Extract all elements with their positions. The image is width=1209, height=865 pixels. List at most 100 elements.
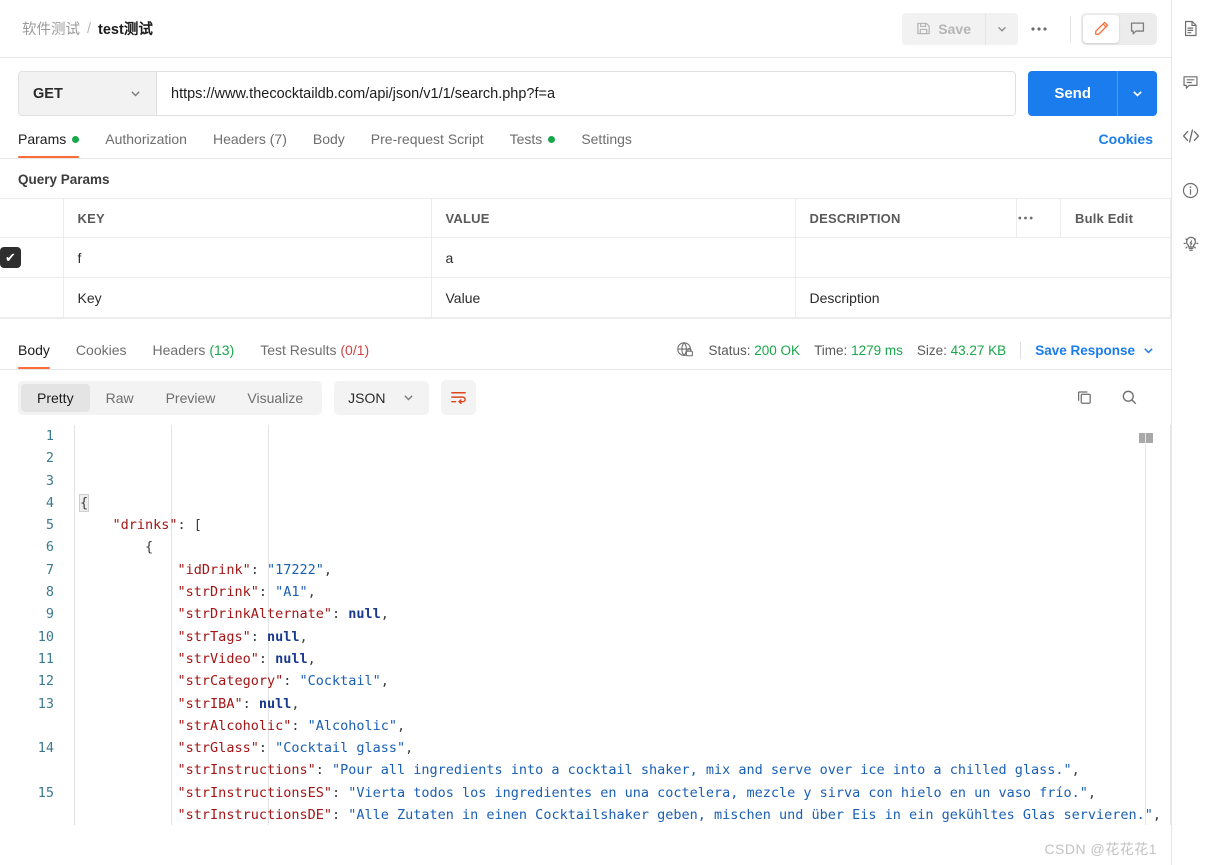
- code-line: "strIBA": null,: [80, 693, 1171, 715]
- empty-row-checkbox-cell[interactable]: [0, 277, 64, 318]
- breadcrumb-collection[interactable]: 软件测试: [22, 18, 80, 39]
- code-token: "Alcoholic": [307, 717, 398, 734]
- line-number: 10: [37, 628, 54, 645]
- code-token: "strDrink": [177, 584, 259, 601]
- code-token: "strVideo": [177, 650, 259, 667]
- save-response-button[interactable]: Save Response: [1035, 343, 1155, 358]
- tab-tests[interactable]: Tests: [497, 131, 569, 158]
- size-value: 43.27 KB: [950, 342, 1007, 358]
- code-line: "strDrink": "A1",: [80, 581, 1171, 603]
- header-description: DESCRIPTION: [795, 198, 1017, 238]
- chevron-down-icon: [1142, 344, 1155, 357]
- response-tab-body[interactable]: Body: [18, 342, 63, 369]
- row-checkbox-cell[interactable]: ✔: [0, 237, 64, 278]
- row-checkbox-checked[interactable]: ✔: [0, 247, 21, 268]
- response-header: Body Cookies Headers (13) Test Results (…: [0, 326, 1171, 370]
- tab-body-label: Body: [312, 131, 345, 147]
- save-button[interactable]: Save: [902, 13, 985, 45]
- empty-row-value-input[interactable]: Value: [431, 277, 796, 318]
- response-format-select[interactable]: JSON: [334, 380, 429, 415]
- code-token: "strAlcoholic": [177, 717, 292, 734]
- status-label: Status:: [708, 342, 751, 358]
- save-options-caret[interactable]: [985, 12, 1018, 45]
- send-button-group: Send: [1028, 71, 1157, 116]
- code-token: null: [258, 695, 292, 712]
- breadcrumb-request[interactable]: test测试: [98, 18, 153, 39]
- info-icon[interactable]: [1179, 178, 1203, 202]
- code-token: "Cocktail": [299, 673, 381, 690]
- url-input-group: GET https://www.thecocktaildb.com/api/js…: [18, 71, 1017, 116]
- tab-params[interactable]: Params: [18, 131, 92, 158]
- code-line: "strGlass": "Cocktail glass",: [80, 737, 1171, 759]
- code-token: "A1": [275, 584, 308, 601]
- request-tabs: Params Authorization Headers (7) Body Pr…: [0, 116, 1171, 159]
- response-viewer-toolbar: Pretty Raw Preview Visualize JSON: [0, 370, 1171, 425]
- bulk-edit-button[interactable]: Bulk Edit: [1060, 198, 1171, 238]
- tab-authorization[interactable]: Authorization: [92, 131, 200, 158]
- code-token: :: [315, 762, 332, 779]
- view-mode-raw[interactable]: Raw: [90, 384, 150, 412]
- empty-row-key-input[interactable]: Key: [63, 277, 432, 318]
- save-response-label: Save Response: [1035, 342, 1135, 358]
- tab-tests-label: Tests: [509, 131, 543, 147]
- empty-row-description-input[interactable]: Description: [795, 277, 1171, 318]
- code-token: : [: [177, 517, 202, 534]
- word-wrap-button[interactable]: [440, 380, 476, 415]
- search-icon[interactable]: [1120, 388, 1139, 407]
- tab-headers-label: Headers (7): [212, 131, 287, 147]
- comment-mode-button[interactable]: [1119, 15, 1155, 43]
- view-mode-preview[interactable]: Preview: [150, 384, 232, 412]
- tab-pre-request-script[interactable]: Pre-request Script: [358, 131, 497, 158]
- tab-settings-label: Settings: [581, 131, 632, 147]
- scrollbar-thumb[interactable]: [1139, 433, 1153, 443]
- tab-settings[interactable]: Settings: [568, 131, 645, 158]
- code-icon[interactable]: [1179, 124, 1203, 148]
- line-number: 1: [45, 428, 54, 444]
- row-key[interactable]: f: [63, 237, 432, 278]
- view-mode-visualize[interactable]: Visualize: [231, 384, 319, 412]
- code-token: :: [258, 584, 276, 601]
- cookies-link[interactable]: Cookies: [1099, 131, 1153, 158]
- row-description[interactable]: [795, 237, 1171, 278]
- status-value: 200 OK: [754, 342, 801, 358]
- response-test-results-count: (0/1): [340, 342, 370, 358]
- code-token: {: [80, 539, 154, 556]
- copy-icon[interactable]: [1075, 388, 1094, 407]
- response-format-value: JSON: [348, 389, 386, 406]
- response-body-viewer[interactable]: 1 2 3 4 5 6 7 8 9 10 11 12 13 14 15 { "drinks": [ { "i…: [0, 425, 1171, 825]
- send-options-caret[interactable]: [1117, 71, 1157, 116]
- more-actions-button[interactable]: [1018, 13, 1060, 45]
- response-tab-cookies[interactable]: Cookies: [63, 342, 140, 369]
- http-method-value: GET: [33, 85, 63, 102]
- tab-headers[interactable]: Headers (7): [200, 131, 300, 158]
- code-token: ,: [299, 628, 308, 645]
- params-more-button[interactable]: [1016, 198, 1061, 238]
- response-tab-test-results[interactable]: Test Results (0/1): [247, 342, 382, 369]
- response-meta: Status: 200 OK Time: 1279 ms Size: 43.27…: [676, 341, 1155, 369]
- lightbulb-icon[interactable]: [1179, 232, 1203, 256]
- view-toggle-group: [1081, 12, 1157, 45]
- send-button[interactable]: Send: [1028, 71, 1117, 116]
- response-tab-body-label: Body: [18, 342, 50, 358]
- view-mode-pretty[interactable]: Pretty: [21, 383, 90, 412]
- http-method-select[interactable]: GET: [19, 72, 157, 115]
- json-code[interactable]: { "drinks": [ { "idDrink": "17222", "str…: [68, 425, 1171, 825]
- code-line: "idDrink": "17222",: [80, 559, 1171, 581]
- response-tab-headers[interactable]: Headers (13): [140, 342, 248, 369]
- size-label: Size:: [916, 342, 947, 358]
- comment-icon[interactable]: [1179, 70, 1203, 94]
- edit-mode-button[interactable]: [1083, 14, 1119, 43]
- watermark: CSDN @花花花1: [1044, 841, 1157, 857]
- code-token: ,: [380, 673, 389, 690]
- code-scrollbar[interactable]: [1139, 433, 1153, 825]
- row-value[interactable]: a: [431, 237, 796, 278]
- save-button-group[interactable]: Save: [902, 12, 1018, 45]
- code-line: "strInstructionsES": "Vierta todos los i…: [80, 782, 1171, 804]
- url-input[interactable]: https://www.thecocktaildb.com/api/json/v…: [157, 72, 1016, 115]
- document-icon[interactable]: [1179, 16, 1203, 40]
- tab-body[interactable]: Body: [300, 131, 358, 158]
